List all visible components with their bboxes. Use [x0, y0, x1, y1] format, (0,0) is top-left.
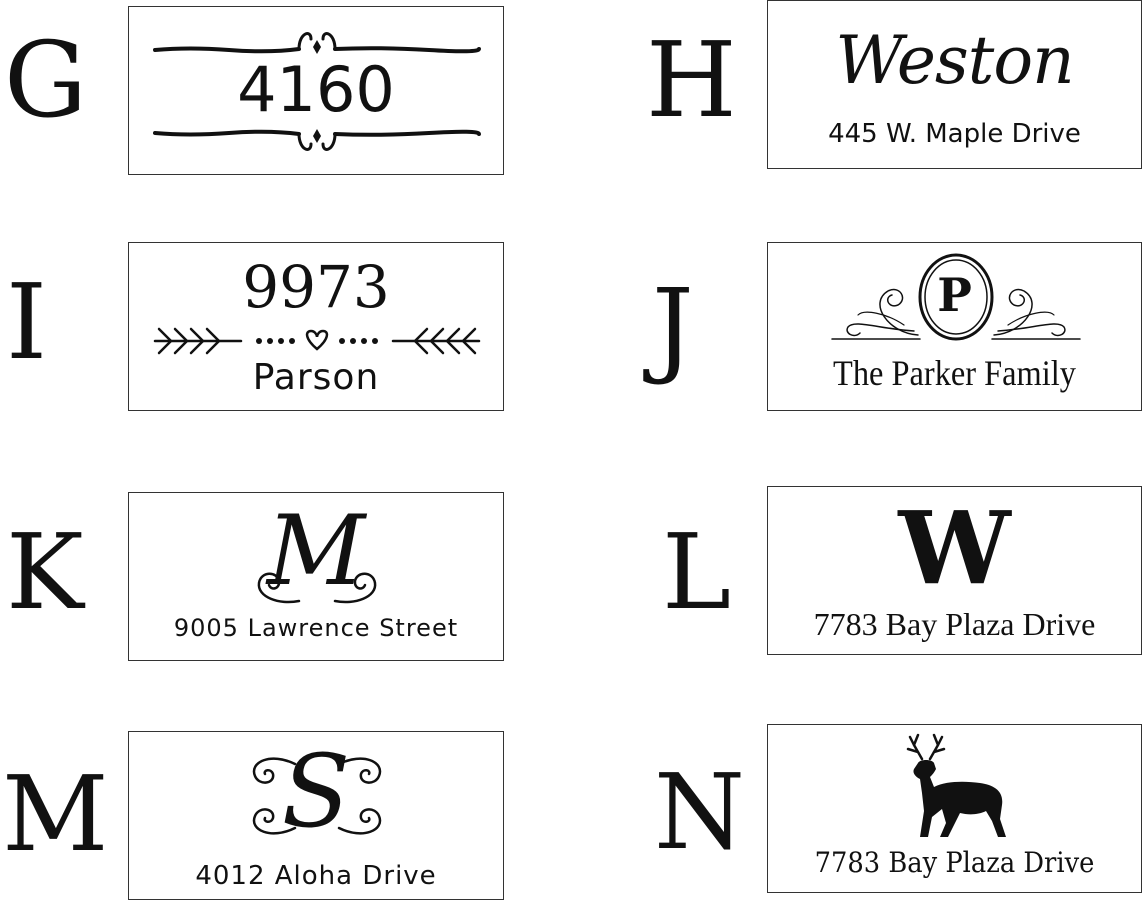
street-address-text: 7783 Bay Plaza Drive	[814, 846, 1095, 879]
street-address-text: 4012 Aloha Drive	[195, 861, 437, 891]
design-card-g[interactable]: 4160	[128, 6, 504, 175]
design-card-h[interactable]: Weston 445 W. Maple Drive	[767, 0, 1142, 169]
street-address-text: 7783 Bay Plaza Drive	[813, 606, 1096, 642]
design-letter-m: M	[2, 753, 109, 875]
design-card-k[interactable]: M 9005 Lawrence Street	[128, 492, 504, 661]
design-letter-n: N	[654, 751, 745, 873]
design-card-n[interactable]: 7783 Bay Plaza Drive	[767, 724, 1142, 893]
design-card-j[interactable]: P The Parker Family	[767, 242, 1142, 411]
design-letter-i: I	[6, 261, 48, 383]
design-letter-j: J	[652, 266, 694, 388]
street-address-text: 445 W. Maple Drive	[828, 119, 1081, 149]
design-letter-h: H	[646, 19, 737, 141]
street-address-text: 9005 Lawrence Street	[173, 614, 459, 642]
family-name-text: The Parker Family	[833, 353, 1076, 393]
house-number-text: 4160	[237, 53, 395, 126]
monogram-letter-text: W	[898, 489, 1011, 607]
design-letter-l: L	[662, 511, 732, 633]
monogram-letter-text: M	[266, 495, 366, 607]
house-number-text: 9973	[242, 253, 390, 321]
design-card-m[interactable]: S 4012 Aloha Drive	[128, 731, 504, 900]
monogram-letter-text: P	[937, 268, 972, 322]
design-card-l[interactable]: W 7783 Bay Plaza Drive	[767, 486, 1142, 655]
design-letter-k: K	[6, 511, 84, 633]
family-name-text: Parson	[252, 357, 380, 398]
monogram-letter-text: S	[281, 733, 351, 850]
design-letter-g: G	[4, 19, 88, 141]
design-card-i[interactable]: 9973 Parson	[128, 242, 504, 411]
family-name-script-text: Weston	[835, 22, 1074, 99]
